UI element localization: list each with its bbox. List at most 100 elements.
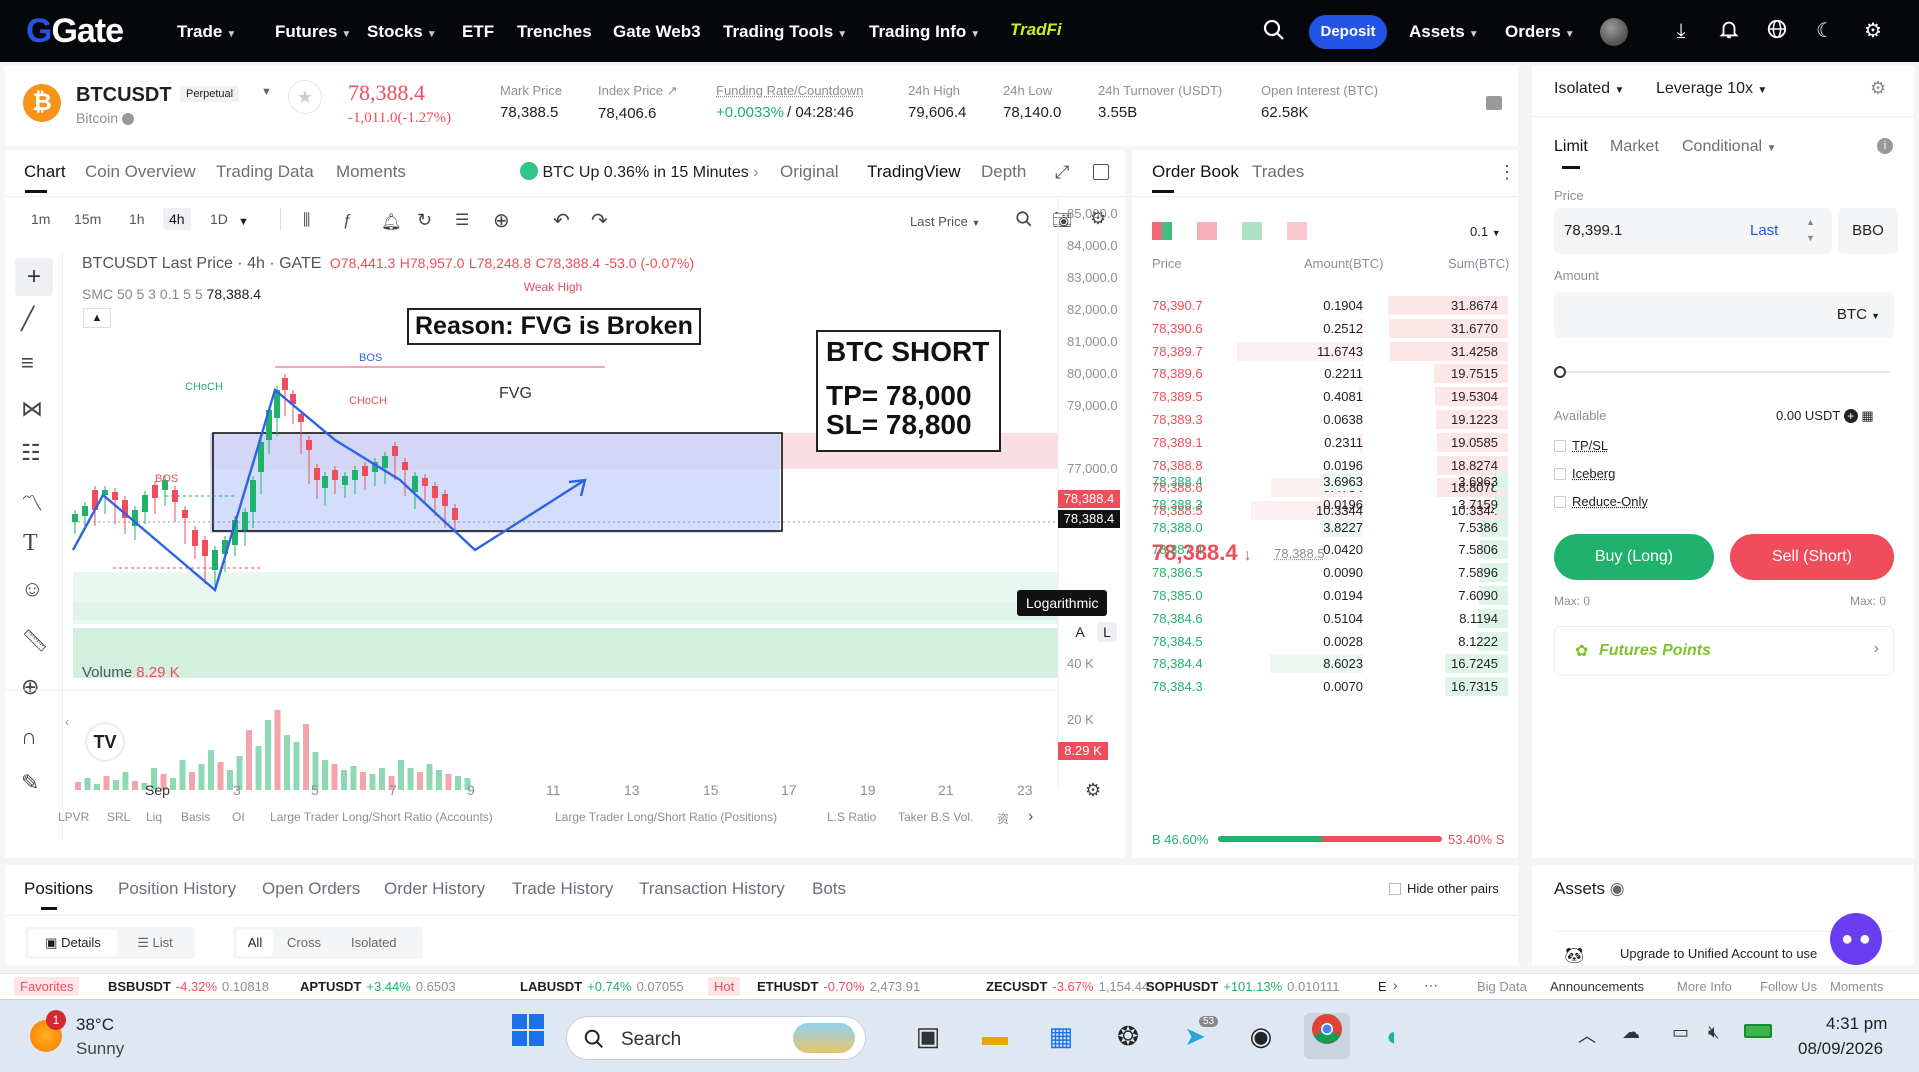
- indicator-toggle[interactable]: Liq: [146, 810, 162, 824]
- precision-select[interactable]: 0.1 ▼: [1470, 224, 1501, 239]
- tray-chevron-icon[interactable]: ︿: [1578, 1022, 1596, 1048]
- indicator-toggle[interactable]: OI: [232, 810, 245, 824]
- status-scroll-icon[interactable]: ›: [1393, 977, 1398, 993]
- indicator-toggle[interactable]: 资: [997, 810, 1009, 827]
- eye-icon[interactable]: ◉: [1610, 879, 1625, 898]
- view-depth-icon[interactable]: [1287, 222, 1307, 240]
- time-settings-icon[interactable]: ⚙: [1085, 780, 1101, 801]
- hide-other-pairs[interactable]: Hide other pairs: [1389, 881, 1499, 896]
- nav-gate-web3[interactable]: Gate Web3: [613, 22, 701, 42]
- nav-trading-info[interactable]: Trading Info ▼: [869, 22, 980, 42]
- footer-link[interactable]: Follow Us: [1760, 979, 1817, 994]
- price-last-link[interactable]: Last: [1750, 222, 1778, 239]
- info-icon[interactable]: i: [1877, 138, 1893, 154]
- task-view-icon[interactable]: ▣: [905, 1013, 951, 1059]
- windows-start-icon[interactable]: [505, 1013, 551, 1059]
- ask-row[interactable]: 78,389.7 11.6743 31.4258: [1132, 340, 1518, 363]
- market-ticker-item[interactable]: LABUSDT +0.74% 0.07055: [520, 979, 684, 994]
- globe-icon[interactable]: [1764, 18, 1790, 44]
- footer-link[interactable]: More Info: [1677, 979, 1732, 994]
- battery-icon[interactable]: [1744, 1024, 1772, 1038]
- tab-market[interactable]: Market: [1610, 138, 1659, 156]
- gate-logo[interactable]: GGate: [26, 12, 124, 51]
- transfer-icon[interactable]: ▦: [1861, 408, 1873, 423]
- checkbox[interactable]: [1554, 468, 1566, 480]
- dark-mode-icon[interactable]: ☾: [1812, 18, 1838, 44]
- filter-all[interactable]: All: [237, 930, 273, 956]
- symbol-dropdown-icon[interactable]: ▼: [261, 86, 272, 98]
- price-input[interactable]: 78,399.1 Last ▲ ▼: [1554, 208, 1832, 254]
- bid-row[interactable]: 78,384.5 0.0028 8.1222: [1132, 630, 1518, 653]
- ask-row[interactable]: 78,389.5 0.4081 19.5304: [1132, 385, 1518, 408]
- display-icon[interactable]: ▭: [1672, 1022, 1689, 1043]
- search-icon[interactable]: [1261, 18, 1287, 44]
- chat-bot-button[interactable]: ● ●: [1830, 913, 1882, 965]
- assets-menu[interactable]: Assets ▼: [1409, 22, 1479, 42]
- bbo-button[interactable]: BBO: [1838, 208, 1898, 254]
- bid-row[interactable]: 78,388.3 0.0196 3.7159: [1132, 493, 1518, 516]
- market-ticker-item[interactable]: SOPHUSDT +101.13% 0.010111: [1146, 979, 1339, 994]
- hot-tag[interactable]: Hot: [708, 977, 741, 996]
- tab-open-orders[interactable]: Open Orders: [262, 879, 360, 899]
- clock-date[interactable]: 08/09/2026: [1798, 1039, 1883, 1059]
- bid-row[interactable]: 78,388.0 3.8227 7.5386: [1132, 516, 1518, 539]
- chrome-icon[interactable]: [1304, 1013, 1350, 1059]
- volume-muted-icon[interactable]: 🔇︎: [1708, 1022, 1719, 1043]
- network-icon[interactable]: ☁: [1622, 1022, 1640, 1043]
- margin-mode-select[interactable]: Isolated ▼: [1554, 80, 1624, 98]
- orderbook-more-icon[interactable]: ⋮: [1498, 162, 1516, 183]
- favorite-star-icon[interactable]: ★: [288, 80, 322, 114]
- settings-icon[interactable]: ⚙: [1860, 18, 1886, 44]
- favorites-tag[interactable]: Favorites: [14, 977, 80, 996]
- avatar[interactable]: [1600, 18, 1628, 46]
- chatgpt-icon[interactable]: ❂: [1105, 1013, 1151, 1059]
- ask-row[interactable]: 78,389.1 0.2311 19.0585: [1132, 431, 1518, 454]
- obs-icon[interactable]: ◉: [1238, 1013, 1284, 1059]
- symbol-name[interactable]: BTCUSDT: [76, 84, 172, 107]
- option-tp-sl[interactable]: TP/SL: [1554, 438, 1608, 453]
- bid-row[interactable]: 78,384.4 8.6023 16.7245: [1132, 652, 1518, 675]
- ask-row[interactable]: 78,390.6 0.2512 31.6770: [1132, 317, 1518, 340]
- footer-link[interactable]: Announcements: [1550, 979, 1644, 994]
- buy-long-button[interactable]: Buy (Long): [1554, 534, 1714, 580]
- taskbar-search[interactable]: Search: [566, 1016, 866, 1060]
- tab-limit[interactable]: Limit: [1554, 138, 1588, 156]
- bid-row[interactable]: 78,386.5 0.0090 7.5896: [1132, 561, 1518, 584]
- indicator-toggle[interactable]: Taker B.S Vol.: [898, 810, 973, 824]
- market-ticker-item[interactable]: APTUSDT +3.44% 0.6503: [300, 979, 456, 994]
- amount-unit-select[interactable]: BTC ▼: [1837, 306, 1880, 323]
- tab-bots[interactable]: Bots: [812, 879, 846, 899]
- indicators-more-icon[interactable]: ›: [1028, 808, 1033, 826]
- indicator-toggle[interactable]: Large Trader Long/Short Ratio (Accounts): [270, 810, 493, 824]
- trade-annotation[interactable]: BTC SHORT TP= 78,000 SL= 78,800: [816, 330, 1001, 452]
- calculator-icon[interactable]: ⚙: [1870, 78, 1886, 99]
- reason-annotation[interactable]: Reason: FVG is Broken: [407, 308, 701, 345]
- nav-stocks[interactable]: Stocks ▼: [367, 22, 437, 42]
- file-explorer-icon[interactable]: ▬: [972, 1013, 1018, 1059]
- tab-trades[interactable]: Trades: [1252, 162, 1304, 182]
- status-ellipsis-icon[interactable]: ⋯: [1424, 977, 1438, 994]
- ask-row[interactable]: 78,390.7 0.1904 31.8674: [1132, 294, 1518, 317]
- leverage-select[interactable]: Leverage 10x ▼: [1656, 80, 1767, 98]
- nav-futures[interactable]: Futures ▼: [275, 22, 351, 42]
- bid-row[interactable]: 78,384.6 0.5104 8.1194: [1132, 607, 1518, 630]
- nav-trade[interactable]: Trade ▼: [177, 22, 236, 42]
- indicator-toggle[interactable]: LPVR: [58, 810, 89, 824]
- checkbox[interactable]: [1554, 496, 1566, 508]
- orders-menu[interactable]: Orders ▼: [1505, 22, 1575, 42]
- nav-etf[interactable]: ETF: [462, 22, 494, 42]
- bid-row[interactable]: 78,384.3 0.0070 16.7315: [1132, 675, 1518, 698]
- layout-icon[interactable]: [1486, 96, 1502, 110]
- store-icon[interactable]: ▦: [1038, 1013, 1084, 1059]
- tab-order-book[interactable]: Order Book: [1152, 162, 1239, 182]
- tradfi-link[interactable]: TradFi: [1010, 20, 1062, 40]
- market-ticker-item[interactable]: ETHUSDT -0.70% 2,473.91: [757, 979, 920, 994]
- bid-row[interactable]: 78,385.0 0.0194 7.6090: [1132, 584, 1518, 607]
- log-scale-button[interactable]: L: [1097, 622, 1117, 642]
- status-more-symbol[interactable]: E: [1378, 979, 1387, 994]
- option-iceberg[interactable]: Iceberg: [1554, 466, 1615, 481]
- deposit-button[interactable]: Deposit: [1309, 15, 1387, 49]
- indicator-toggle[interactable]: L.S Ratio: [827, 810, 876, 824]
- sell-short-button[interactable]: Sell (Short): [1730, 534, 1894, 580]
- tab-transaction-history[interactable]: Transaction History: [639, 879, 785, 899]
